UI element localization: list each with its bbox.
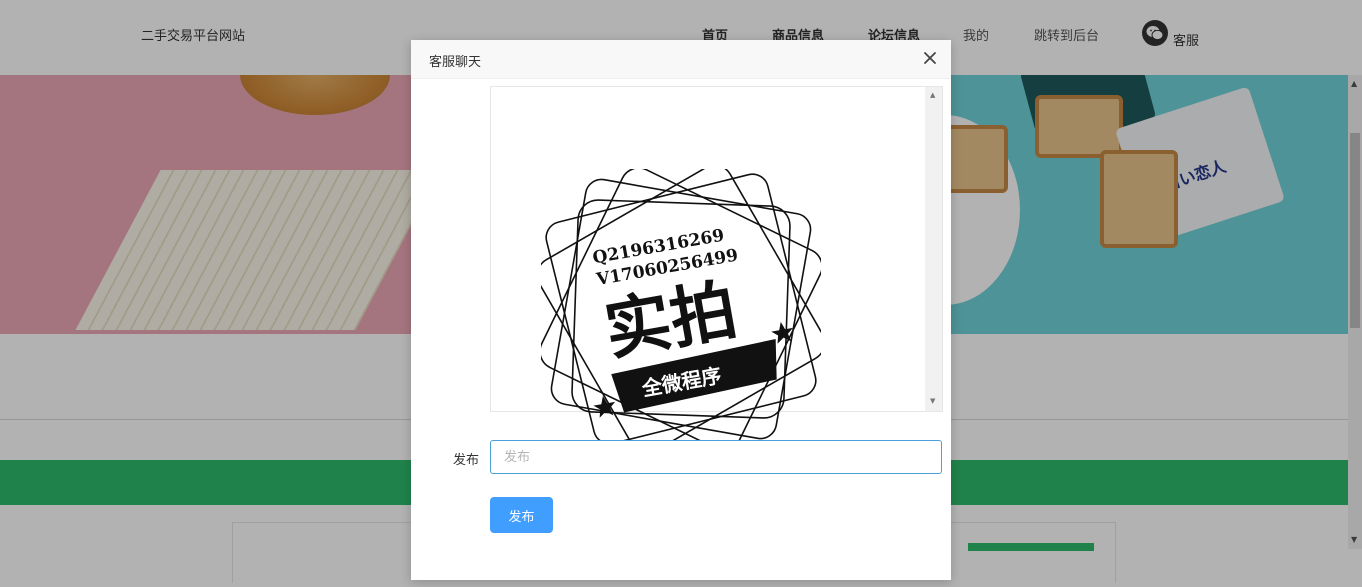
chat-modal: 客服聊天 ▲ ▼ Q2196316269 V17060256499 实拍 全微程… <box>411 40 951 580</box>
chat-message-area[interactable]: ▲ ▼ Q2196316269 V17060256499 实拍 全微程序 <box>490 86 943 449</box>
close-icon[interactable] <box>922 50 938 66</box>
modal-header: 客服聊天 <box>411 40 951 79</box>
scroll-up-icon[interactable]: ▲ <box>930 91 935 99</box>
scroll-down-icon[interactable]: ▼ <box>930 397 935 405</box>
publish-button[interactable]: 发布 <box>490 497 553 533</box>
chat-scrollbar[interactable]: ▲ ▼ <box>925 87 942 411</box>
publish-label: 发布 <box>453 453 480 468</box>
modal-title: 客服聊天 <box>429 55 482 70</box>
publish-input[interactable] <box>490 440 942 474</box>
watermark-stamp: Q2196316269 V17060256499 实拍 全微程序 <box>541 169 821 449</box>
